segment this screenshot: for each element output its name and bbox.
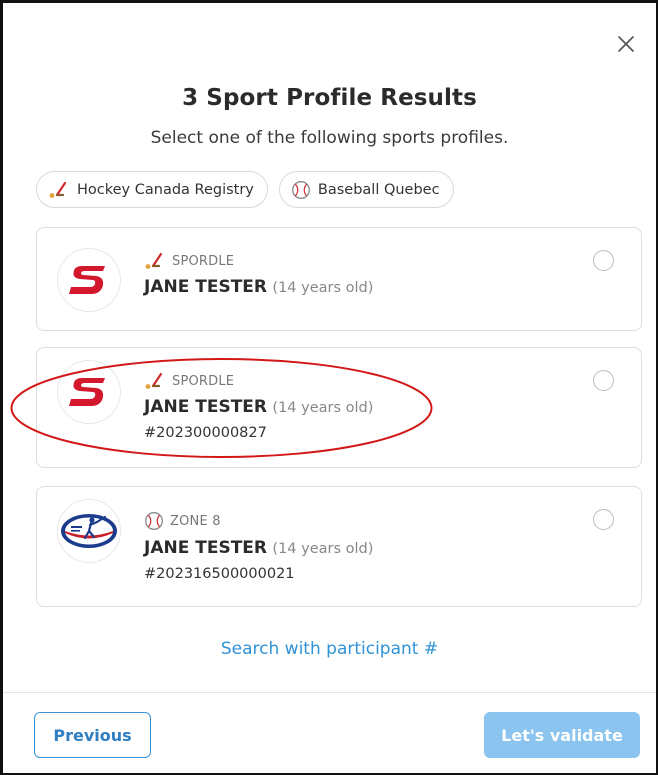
baseball-zone-logo [57,499,121,563]
participant-number: #202316500000021 [144,566,295,582]
spordle-logo [57,248,121,312]
footer-divider [3,692,656,693]
profile-radio[interactable] [593,509,614,530]
profile-age: (14 years old) [272,280,374,296]
baseball-icon [291,180,310,199]
modal-subtitle: Select one of the following sports profi… [150,128,509,148]
profile-info: ZONE 8 JANE TESTER (14 years old) #20231… [144,511,373,582]
profile-radio[interactable] [593,370,614,391]
profile-info: SPORDLE JANE TESTER (14 years old) [144,252,373,297]
profile-age: (14 years old) [272,400,374,416]
profile-age: (14 years old) [272,541,374,557]
filter-chip-label: Hockey Canada Registry [77,181,254,198]
profile-name-line: JANE TESTER (14 years old) [144,277,373,297]
filter-chip-label: Baseball Quebec [317,181,440,198]
profile-org: SPORDLE [144,372,373,390]
participant-number: #202300000827 [144,425,267,441]
profile-card[interactable]: SPORDLE JANE TESTER (14 years old) [36,227,642,331]
sport-profile-modal: 3 Sport Profile Results Select one of th… [3,3,656,773]
hockey-stick-icon [49,181,67,198]
profile-org-label: ZONE 8 [170,513,221,529]
hockey-stick-icon [145,372,163,389]
profile-card[interactable]: SPORDLE JANE TESTER (14 years old) #2023… [36,347,642,468]
filter-chips: Hockey Canada Registry Baseball Quebec [36,171,454,208]
profile-info: SPORDLE JANE TESTER (14 years old) #2023… [144,372,373,441]
hockey-stick-icon [145,252,163,269]
spordle-logo [57,360,121,424]
filter-chip-hockey[interactable]: Hockey Canada Registry [36,171,268,208]
baseball-icon [145,512,163,530]
close-icon [618,36,634,52]
profile-card[interactable]: ZONE 8 JANE TESTER (14 years old) #20231… [36,486,642,607]
close-button[interactable] [613,31,639,57]
profile-name: JANE TESTER [144,538,267,558]
filter-chip-baseball[interactable]: Baseball Quebec [278,171,454,208]
profile-name: JANE TESTER [144,397,267,417]
profile-name: JANE TESTER [144,277,267,297]
profile-name-line: JANE TESTER (14 years old) [144,397,373,417]
profile-org: SPORDLE [144,252,373,270]
validate-button[interactable]: Let's validate [484,712,640,758]
profile-org-label: SPORDLE [172,253,235,269]
profile-radio[interactable] [593,250,614,271]
profile-org: ZONE 8 [144,511,373,531]
search-participant-link[interactable]: Search with participant # [3,639,656,659]
profile-name-line: JANE TESTER (14 years old) [144,538,373,558]
modal-title: 3 Sport Profile Results [182,85,477,111]
profile-org-label: SPORDLE [172,373,235,389]
previous-button[interactable]: Previous [34,712,151,758]
